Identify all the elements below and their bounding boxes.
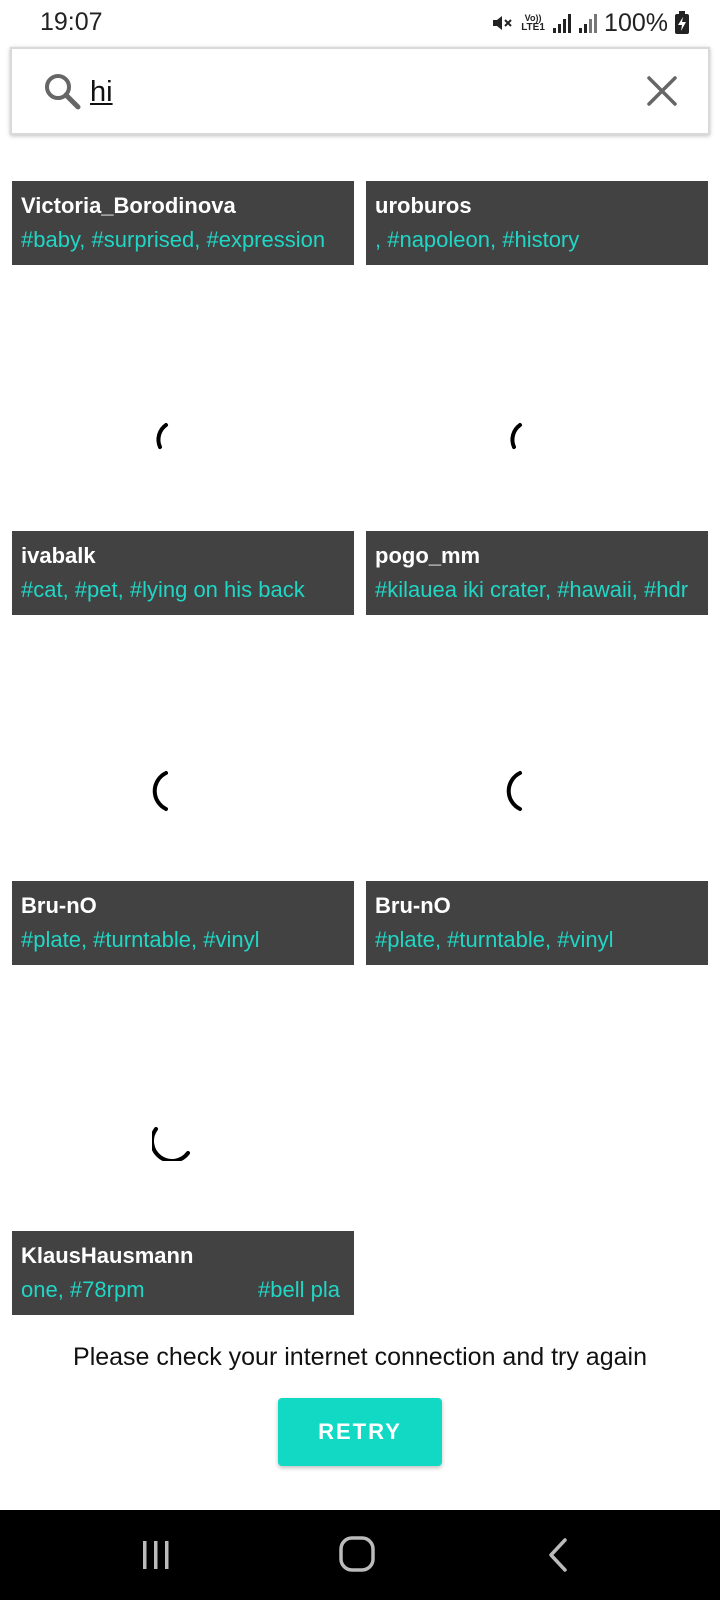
battery-text: 100% (604, 8, 668, 37)
tile-username: ivabalk (21, 543, 96, 568)
status-bar: 19:07 Vo)) LTE1 100% (0, 0, 720, 44)
close-icon[interactable] (644, 73, 680, 109)
tile-username: Bru-nO (375, 893, 451, 918)
result-tile[interactable]: uroburos , #napoleon, #history (366, 181, 708, 531)
network-label: LTE1 (521, 22, 545, 33)
tile-info-bar: Bru-nO #plate, #turntable, #vinyl (366, 881, 708, 965)
loading-spinner-icon (506, 771, 522, 811)
recents-icon[interactable] (131, 1532, 181, 1578)
loading-spinner-icon (510, 423, 522, 449)
mute-icon (493, 16, 512, 30)
tile-username: Victoria_Borodinova (21, 193, 236, 218)
connection-error-message: Please check your internet connection an… (73, 1343, 647, 1371)
tile-tags: , #napoleon, #history (375, 227, 580, 252)
tile-username: KlausHausmann (21, 1243, 194, 1268)
tile-tags: #kilauea iki crater, #hawaii, #hdr (375, 577, 689, 602)
search-input[interactable] (90, 67, 610, 117)
loading-spinner-icon (152, 1127, 190, 1161)
result-tile[interactable]: pogo_mm #kilauea iki crater, #hawaii, #h… (366, 531, 708, 881)
loading-spinner-icon (156, 423, 168, 449)
home-icon[interactable] (333, 1532, 383, 1578)
battery-charging-icon (675, 11, 689, 34)
tile-info-bar: uroburos , #napoleon, #history (366, 181, 708, 265)
tile-info-bar: KlausHausmann one, #78rpm #bell pla (12, 1231, 354, 1315)
tile-tags: #plate, #turntable, #vinyl (21, 927, 260, 952)
tile-tags: #bell pla (258, 1277, 340, 1302)
status-icons: Vo)) LTE1 100% (490, 8, 690, 38)
tile-tags: one, #78rpm (21, 1277, 145, 1302)
tile-info-bar: ivabalk #cat, #pet, #lying on his back (12, 531, 354, 615)
loading-spinner-icon (152, 771, 168, 811)
retry-button[interactable]: RETRY (278, 1398, 442, 1466)
tile-username: Bru-nO (21, 893, 97, 918)
tile-info-bar: Bru-nO #plate, #turntable, #vinyl (12, 881, 354, 965)
status-time: 19:07 (40, 8, 103, 36)
tile-info-bar: Victoria_Borodinova #baby, #surprised, #… (12, 181, 354, 265)
navigation-bar (0, 1510, 720, 1600)
volte-icon: Vo)) LTE1 (521, 13, 545, 33)
result-tile[interactable]: KlausHausmann one, #78rpm #bell pla (12, 1231, 354, 1315)
search-icon[interactable] (42, 71, 82, 111)
result-tile[interactable]: Victoria_Borodinova #baby, #surprised, #… (12, 181, 354, 531)
signal-icon (579, 14, 598, 33)
tile-info-bar: pogo_mm #kilauea iki crater, #hawaii, #h… (366, 531, 708, 615)
result-tile[interactable]: Bru-nO #plate, #turntable, #vinyl (366, 881, 708, 1231)
tile-tags: #baby, #surprised, #expression (21, 227, 326, 252)
result-tile[interactable]: Bru-nO #plate, #turntable, #vinyl (12, 881, 354, 1231)
tile-tags: #plate, #turntable, #vinyl (375, 927, 614, 952)
result-tile[interactable]: ivabalk #cat, #pet, #lying on his back (12, 531, 354, 881)
search-bar (10, 47, 710, 135)
tile-tags: #cat, #pet, #lying on his back (21, 577, 305, 602)
tile-username: pogo_mm (375, 543, 481, 568)
back-icon[interactable] (535, 1532, 585, 1578)
signal-icon (553, 14, 572, 33)
tile-username: uroburos (375, 193, 472, 218)
